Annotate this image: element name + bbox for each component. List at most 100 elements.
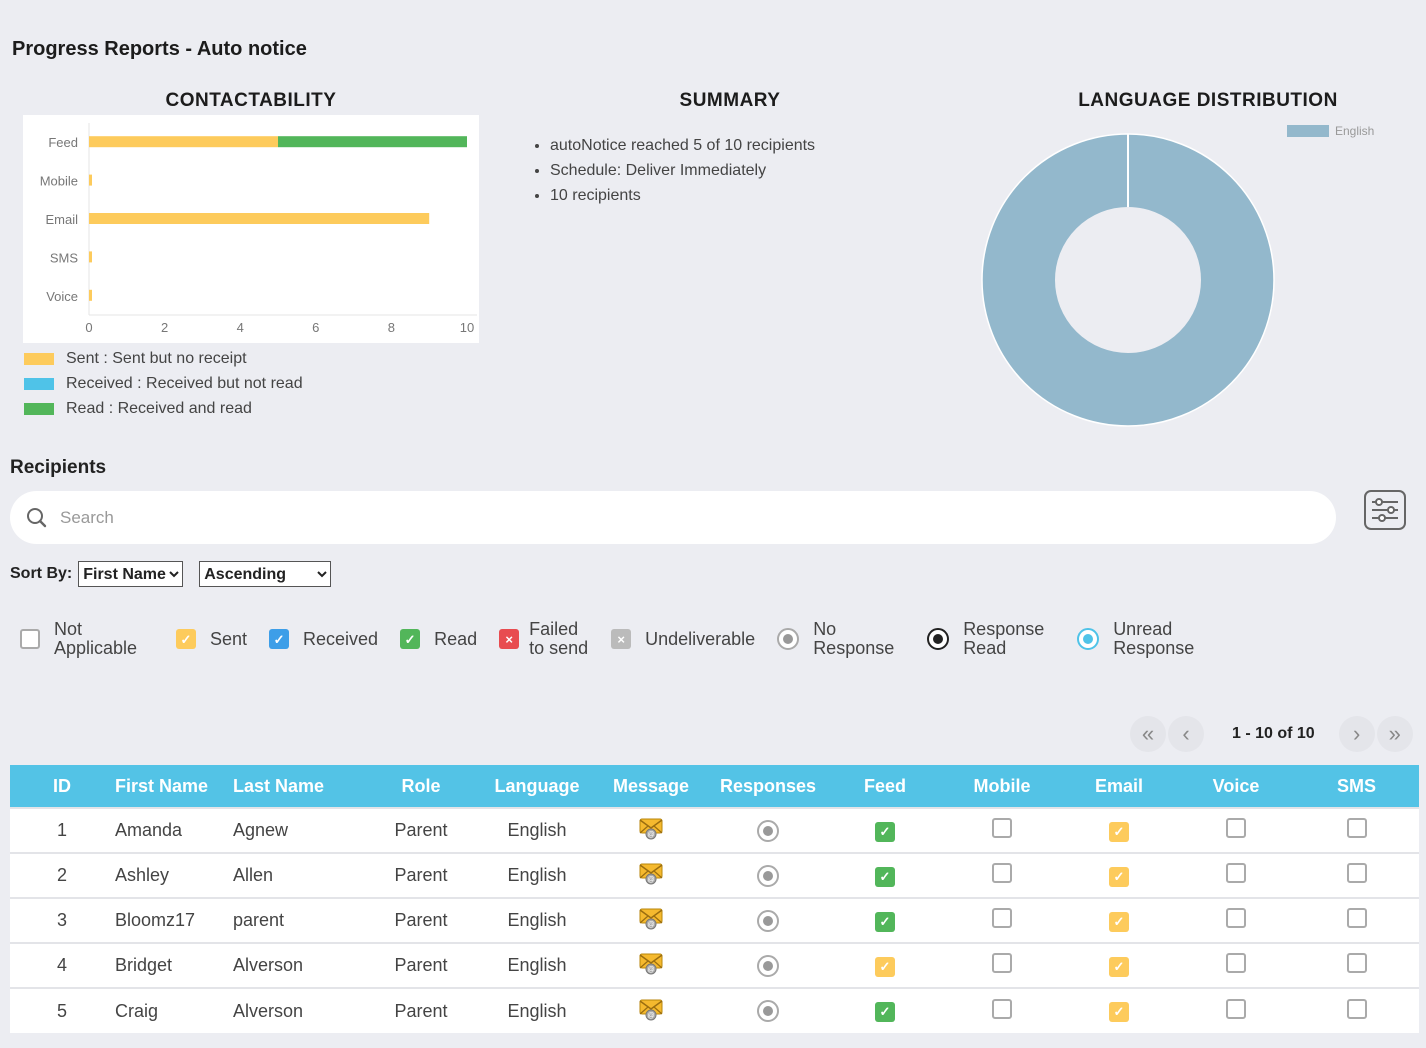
search-icon	[27, 507, 47, 527]
cell-email: ✓	[1060, 807, 1178, 853]
key-failed: × Failed to send	[499, 620, 589, 658]
cell-responses	[710, 807, 826, 853]
read-check-icon[interactable]: ✓	[875, 821, 895, 842]
column-header-language[interactable]: Language	[482, 765, 592, 808]
column-header-last-name[interactable]: Last Name	[232, 765, 360, 808]
cell-mobile	[944, 987, 1060, 1033]
empty-checkbox-icon[interactable]	[1346, 998, 1367, 1019]
cell-message: @	[592, 807, 710, 853]
read-check-icon[interactable]: ✓	[875, 866, 895, 887]
cell-message: @	[592, 987, 710, 1033]
first-page-button[interactable]: «	[1130, 716, 1166, 752]
no-response-radio-icon[interactable]	[757, 1000, 779, 1022]
cell-responses	[710, 987, 826, 1033]
empty-checkbox-icon[interactable]	[1346, 818, 1367, 838]
sent-check-icon[interactable]: ✓	[875, 956, 895, 977]
table-row[interactable]: 2 Ashley Allen Parent English @ ✓ ✓	[10, 852, 1419, 898]
pagination: « ‹ 1 - 10 of 10 › »	[1130, 716, 1413, 752]
cell-voice	[1178, 807, 1294, 853]
sent-check-icon[interactable]: ✓	[1109, 911, 1129, 932]
search-input[interactable]	[58, 506, 1258, 529]
language-donut-chart	[981, 133, 1275, 427]
next-page-button[interactable]: ›	[1338, 716, 1375, 752]
cell-language: English	[482, 987, 592, 1033]
column-header-role[interactable]: Role	[360, 765, 482, 808]
message-envelope-icon[interactable]: @	[639, 997, 663, 1020]
summary-list: autoNotice reached 5 of 10 recipients Sc…	[530, 133, 815, 208]
legend-label-english: English	[1335, 124, 1375, 138]
y-tick-label: Feed	[48, 135, 78, 150]
empty-checkbox-icon[interactable]	[1226, 863, 1246, 883]
empty-checkbox-icon[interactable]	[1226, 818, 1246, 838]
cell-mobile	[944, 897, 1060, 943]
column-header-first-name[interactable]: First Name	[114, 765, 232, 808]
sort-order-select[interactable]: Ascending	[199, 561, 332, 587]
message-envelope-icon[interactable]: @	[639, 906, 663, 930]
sent-check-icon[interactable]: ✓	[1109, 821, 1129, 842]
message-envelope-icon[interactable]: @	[639, 861, 663, 885]
message-envelope-icon[interactable]: @	[639, 816, 663, 840]
donut-legend[interactable]: English	[1287, 124, 1374, 138]
search-bar[interactable]	[10, 491, 1336, 544]
empty-checkbox-icon[interactable]	[1346, 953, 1367, 973]
x-tick-label: 6	[312, 320, 319, 335]
message-envelope-icon[interactable]: @	[639, 951, 663, 975]
bar-segment-voice-zero	[89, 289, 92, 301]
prev-page-button[interactable]: ‹	[1168, 716, 1204, 752]
no-response-radio-icon[interactable]	[757, 909, 779, 932]
last-page-button[interactable]: »	[1376, 716, 1413, 752]
key-not-applicable: Not Applicable	[20, 620, 154, 658]
cell-sms	[1294, 942, 1419, 988]
column-header-voice[interactable]: Voice	[1178, 765, 1294, 808]
sort-field-select[interactable]: First Name	[78, 561, 184, 587]
read-check-icon[interactable]: ✓	[875, 911, 895, 932]
cell-message: @	[592, 897, 710, 943]
table-row[interactable]: 1 Amanda Agnew Parent English @ ✓ ✓	[10, 807, 1419, 853]
column-header-id[interactable]: ID	[10, 765, 114, 808]
cell-id: 2	[10, 852, 114, 898]
read-check-icon[interactable]: ✓	[875, 1002, 895, 1022]
no-response-radio-icon[interactable]	[757, 819, 779, 842]
table-row[interactable]: 4 Bridget Alverson Parent English @ ✓ ✓	[10, 942, 1419, 988]
cell-sms	[1294, 987, 1419, 1033]
empty-checkbox-icon[interactable]	[1346, 863, 1367, 883]
empty-checkbox-icon[interactable]	[992, 998, 1012, 1019]
empty-checkbox-icon[interactable]	[992, 908, 1012, 928]
column-header-mobile[interactable]: Mobile	[944, 765, 1060, 808]
cell-language: English	[482, 807, 592, 853]
cell-feed: ✓	[826, 852, 944, 898]
undeliverable-x-icon: ×	[611, 629, 632, 649]
cell-last-name: Allen	[232, 852, 360, 898]
empty-checkbox-icon[interactable]	[992, 863, 1012, 883]
empty-checkbox-icon[interactable]	[1226, 998, 1246, 1019]
empty-checkbox-icon[interactable]	[1226, 908, 1246, 928]
sent-check-icon[interactable]: ✓	[1109, 866, 1129, 887]
cell-id: 3	[10, 897, 114, 943]
cell-first-name: Craig	[114, 987, 232, 1033]
cell-id: 5	[10, 987, 114, 1033]
column-header-responses[interactable]: Responses	[710, 765, 826, 808]
table-row[interactable]: 3 Bloomz17 parent Parent English @ ✓ ✓	[10, 897, 1419, 943]
sent-check-icon[interactable]: ✓	[1109, 956, 1129, 977]
empty-checkbox-icon[interactable]	[992, 818, 1012, 838]
cell-language: English	[482, 942, 592, 988]
no-response-radio-icon[interactable]	[757, 954, 779, 977]
svg-text:@: @	[647, 1012, 654, 1019]
filter-settings-button[interactable]	[1364, 490, 1406, 530]
table-row[interactable]: 5 Craig Alverson Parent English @ ✓ ✓	[10, 987, 1419, 1033]
column-header-feed[interactable]: Feed	[826, 765, 944, 808]
sent-check-icon[interactable]: ✓	[1109, 1002, 1129, 1022]
empty-checkbox-icon[interactable]	[992, 953, 1012, 973]
cell-role: Parent	[360, 897, 482, 943]
empty-checkbox-icon	[20, 629, 40, 649]
cell-responses	[710, 897, 826, 943]
cell-feed: ✓	[826, 942, 944, 988]
column-header-email[interactable]: Email	[1060, 765, 1178, 808]
no-response-radio-icon[interactable]	[757, 864, 779, 887]
empty-checkbox-icon[interactable]	[1346, 908, 1367, 928]
column-header-sms[interactable]: SMS	[1294, 765, 1419, 808]
cell-email: ✓	[1060, 942, 1178, 988]
column-header-message[interactable]: Message	[592, 765, 710, 808]
empty-checkbox-icon[interactable]	[1226, 953, 1246, 973]
cell-first-name: Amanda	[114, 807, 232, 853]
